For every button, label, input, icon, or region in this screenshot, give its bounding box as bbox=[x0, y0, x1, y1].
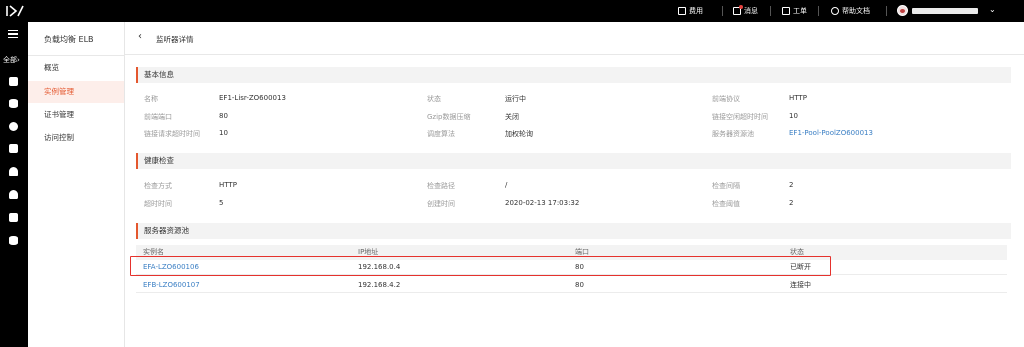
field-label: 前端端口 bbox=[144, 113, 172, 121]
main-content: ‹ 监听器详情 基本信息 名称 EF1-Lisr-ZO600013 状态 运行中… bbox=[125, 22, 1024, 347]
field-value: 加权轮询 bbox=[505, 130, 533, 138]
avatar[interactable] bbox=[897, 5, 908, 16]
sidebar-item-certificates[interactable]: 证书管理 bbox=[28, 104, 124, 126]
field-value: 80 bbox=[219, 112, 228, 120]
brand-logo-icon[interactable] bbox=[5, 4, 25, 18]
billing-label: 费用 bbox=[689, 7, 703, 15]
message-label: 消息 bbox=[744, 7, 758, 15]
menu-icon[interactable] bbox=[8, 30, 18, 38]
divider bbox=[28, 55, 125, 56]
field-value: 10 bbox=[789, 112, 798, 120]
ip-cell: 192.168.4.2 bbox=[358, 281, 401, 289]
status-cell: 连接中 bbox=[790, 281, 811, 289]
port-cell: 80 bbox=[575, 281, 584, 289]
field-value: / bbox=[505, 181, 508, 189]
field-label: 调度算法 bbox=[427, 130, 455, 138]
field-value: HTTP bbox=[219, 181, 237, 189]
message-icon bbox=[733, 5, 743, 15]
field-value: 关闭 bbox=[505, 113, 519, 121]
storage-icon[interactable] bbox=[9, 144, 18, 153]
divider bbox=[722, 6, 723, 16]
home-icon[interactable] bbox=[9, 77, 18, 86]
sidebar-item-instances[interactable]: 实例管理 bbox=[28, 81, 124, 103]
field-value: 运行中 bbox=[505, 95, 526, 103]
sidebar-item-overview[interactable]: 概览 bbox=[28, 57, 124, 79]
field-value: EF1-Lisr-ZO600013 bbox=[219, 94, 286, 102]
ticket-label: 工单 bbox=[793, 7, 807, 15]
field-label: 创建时间 bbox=[427, 200, 455, 208]
server-pool-header: 服务器资源池 bbox=[136, 223, 1011, 239]
username-redacted[interactable] bbox=[912, 8, 978, 14]
field-value: 2020-02-13 17:03:32 bbox=[505, 199, 580, 207]
cloud-icon[interactable] bbox=[9, 190, 18, 199]
highlight-annotation bbox=[130, 256, 831, 276]
field-label: 检查间隔 bbox=[712, 182, 740, 190]
field-label: 链接请求超时时间 bbox=[144, 130, 200, 138]
field-label: 状态 bbox=[427, 95, 441, 103]
close-box-icon[interactable] bbox=[9, 213, 18, 222]
field-value: 2 bbox=[789, 199, 794, 207]
divider bbox=[770, 6, 771, 16]
instance-name-link[interactable]: EFB-LZO600107 bbox=[143, 278, 200, 293]
help-menu[interactable]: 帮助文档 bbox=[831, 0, 870, 22]
field-label: Gzip数据压缩 bbox=[427, 113, 471, 121]
field-value: 2 bbox=[789, 181, 794, 189]
field-label: 检查阈值 bbox=[712, 200, 740, 208]
billing-icon bbox=[678, 7, 686, 15]
field-label: 前端协议 bbox=[712, 95, 740, 103]
billing-menu[interactable]: 费用 bbox=[678, 0, 703, 22]
help-icon bbox=[831, 7, 839, 15]
all-services-label: 全部 bbox=[3, 56, 17, 64]
back-arrow-icon[interactable]: ‹ bbox=[138, 31, 142, 42]
chevron-down-icon[interactable]: ⌄ bbox=[989, 5, 996, 14]
globe-icon[interactable] bbox=[9, 122, 18, 131]
icon-rail: 全部› bbox=[0, 22, 28, 347]
field-label: 名称 bbox=[144, 95, 158, 103]
divider bbox=[886, 6, 887, 16]
stack-icon[interactable] bbox=[9, 236, 18, 245]
message-menu[interactable]: 消息 bbox=[733, 0, 758, 22]
field-label: 检查方式 bbox=[144, 182, 172, 190]
top-bar: 费用 消息 工单 帮助文档 ⌄ bbox=[0, 0, 1024, 22]
cloud-upload-icon[interactable] bbox=[9, 167, 18, 176]
field-value: 10 bbox=[219, 129, 228, 137]
page-header: ‹ 监听器详情 bbox=[125, 22, 1024, 55]
field-label: 服务器资源池 bbox=[712, 130, 754, 138]
sidebar-item-access-control[interactable]: 访问控制 bbox=[28, 127, 124, 149]
field-value: 5 bbox=[219, 199, 224, 207]
side-nav: 负载均衡 ELB 概览 实例管理 证书管理 访问控制 bbox=[28, 22, 125, 347]
all-services-button[interactable]: 全部› bbox=[3, 55, 20, 65]
service-title: 负载均衡 ELB bbox=[44, 35, 94, 44]
page-title: 监听器详情 bbox=[156, 35, 194, 44]
basic-info-header: 基本信息 bbox=[136, 67, 1011, 83]
divider bbox=[818, 6, 819, 16]
pool-link[interactable]: EF1-Pool-PoolZO600013 bbox=[789, 129, 873, 137]
field-label: 超时时间 bbox=[144, 200, 172, 208]
table-row: EFB-LZO600107 192.168.4.2 80 连接中 bbox=[136, 278, 1007, 293]
field-value: HTTP bbox=[789, 94, 807, 102]
unread-dot bbox=[739, 5, 743, 9]
field-label: 链接空闲超时时间 bbox=[712, 113, 768, 121]
ticket-menu[interactable]: 工单 bbox=[782, 0, 807, 22]
ticket-icon bbox=[782, 7, 790, 15]
field-label: 检查路径 bbox=[427, 182, 455, 190]
health-check-header: 健康检查 bbox=[136, 153, 1011, 169]
chevron-right-icon: › bbox=[17, 56, 20, 64]
database-icon[interactable] bbox=[9, 99, 18, 108]
help-label: 帮助文档 bbox=[842, 7, 870, 15]
